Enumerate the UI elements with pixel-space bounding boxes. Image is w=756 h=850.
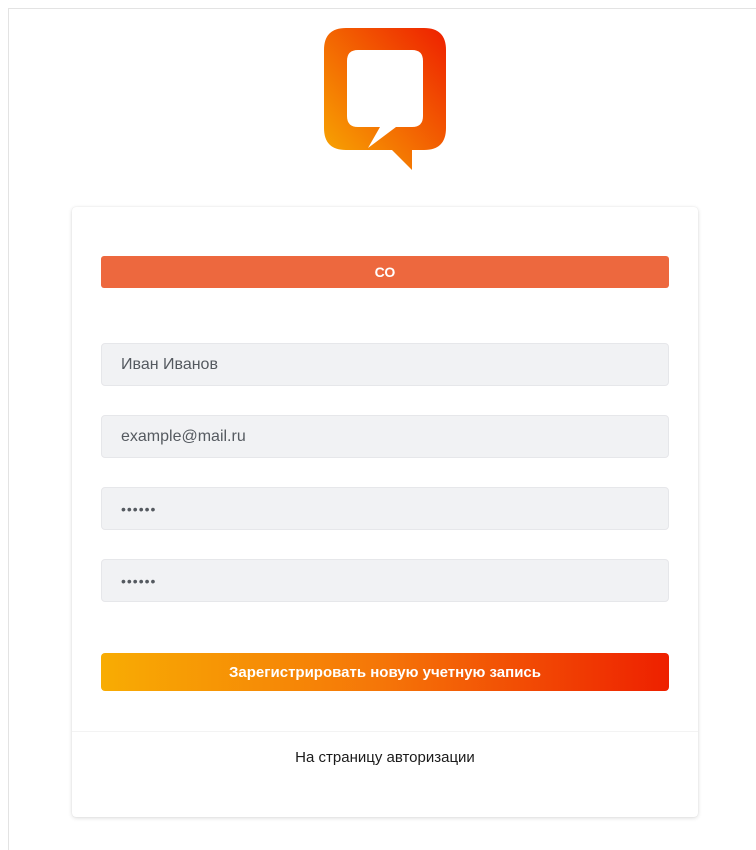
register-button[interactable]: Зарегистрировать новую учетную запись bbox=[101, 653, 669, 691]
form-badge: СО bbox=[101, 256, 669, 288]
login-page-link[interactable]: На страницу авторизации bbox=[72, 749, 698, 766]
email-input[interactable] bbox=[101, 415, 669, 458]
chat-bubble-logo-icon bbox=[324, 28, 446, 170]
name-input[interactable] bbox=[101, 343, 669, 386]
registration-card: СО Зарегистрировать новую учетную запись… bbox=[72, 207, 698, 817]
password-input[interactable] bbox=[101, 487, 669, 530]
card-divider bbox=[72, 731, 698, 732]
password-confirm-input[interactable] bbox=[101, 559, 669, 602]
